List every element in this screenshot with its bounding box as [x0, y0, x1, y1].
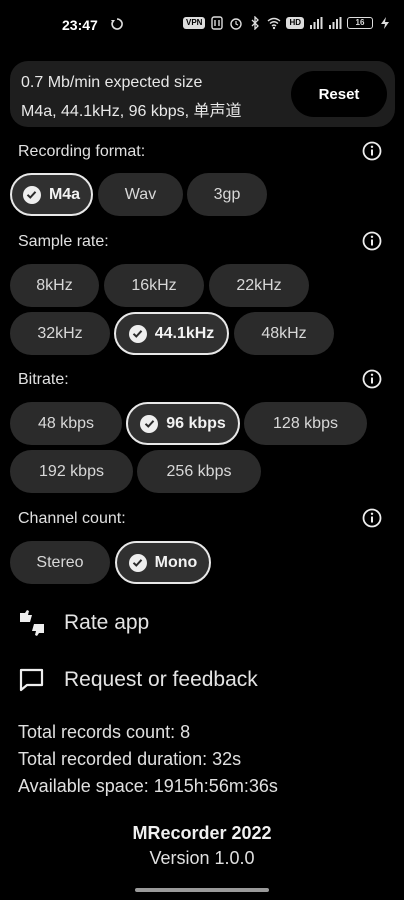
chip-label: Wav: [124, 185, 157, 203]
format-chip-wav[interactable]: Wav: [98, 173, 183, 216]
rate-app-row[interactable]: Rate app: [18, 603, 388, 643]
chip-label: Stereo: [36, 553, 84, 571]
status-time: 23:47: [62, 17, 98, 33]
home-indicator[interactable]: [135, 888, 269, 892]
chip-label: 16kHz: [131, 276, 177, 294]
app-name: MRecorder 2022: [132, 823, 272, 843]
chip-label: 32kHz: [37, 324, 83, 342]
channel-chip-mono[interactable]: Mono: [115, 541, 211, 584]
check-icon: [128, 324, 147, 343]
expected-size-text: 0.7 Mb/min expected size: [21, 74, 203, 91]
chip-label: 22kHz: [236, 276, 282, 294]
charging-icon: [381, 17, 389, 29]
sample-rate-chip-16khz[interactable]: 16kHz: [104, 264, 204, 307]
chip-label: 44.1kHz: [154, 324, 215, 342]
available-space: Available space: 1915h:56m:36s: [18, 776, 278, 796]
bitrate-chip-256kbps[interactable]: 256 kbps: [137, 450, 261, 493]
rate-thumbs-icon: [20, 610, 44, 636]
wifi-icon: [267, 17, 281, 30]
format-chip-m4a[interactable]: M4a: [10, 173, 93, 216]
chip-label: M4a: [48, 185, 81, 203]
format-chip-3gp[interactable]: 3gp: [187, 173, 267, 216]
chip-label: 8kHz: [36, 276, 73, 294]
bitrate-chip-96kbps[interactable]: 96 kbps: [126, 402, 240, 445]
chip-label: 256 kbps: [166, 462, 232, 480]
expected-size-card: 0.7 Mb/min expected size M4a, 44.1kHz, 9…: [10, 61, 395, 127]
sample-rate-chip-8khz[interactable]: 8kHz: [10, 264, 99, 307]
chip-label: 48kHz: [261, 324, 307, 342]
status-icons: VPN HD 16: [182, 16, 392, 30]
sync-icon: [111, 18, 123, 30]
sample-rate-label: Sample rate:: [18, 233, 109, 250]
records-count: Total records count: 8: [18, 722, 191, 742]
signal-icon: [329, 17, 342, 29]
bluetooth-icon: [251, 16, 260, 30]
sample-rate-chip-22khz[interactable]: 22kHz: [209, 264, 309, 307]
chip-label: 96 kbps: [166, 414, 226, 432]
channel-chip-stereo[interactable]: Stereo: [10, 541, 110, 584]
check-icon: [140, 414, 159, 433]
sample-rate-chip-48khz[interactable]: 48kHz: [234, 312, 334, 355]
channel-count-label: Channel count:: [18, 510, 126, 527]
bitrate-chip-192kbps[interactable]: 192 kbps: [10, 450, 133, 493]
hd-icon: HD: [286, 17, 304, 29]
alarm-icon: [230, 18, 243, 30]
check-icon: [128, 553, 147, 572]
feedback-row[interactable]: Request or feedback: [18, 660, 388, 700]
recorded-duration: Total recorded duration: 32s: [18, 749, 242, 769]
bitrate-chip-128kbps[interactable]: 128 kbps: [244, 402, 367, 445]
nfc-icon: [211, 16, 224, 30]
chip-label: 48 kbps: [37, 414, 95, 432]
status-bar: 23:47 VPN HD 16: [0, 0, 404, 52]
chip-label: 128 kbps: [273, 414, 338, 432]
chip-label: Mono: [154, 553, 198, 571]
sample-rate-chip-32khz[interactable]: 32kHz: [10, 312, 110, 355]
feedback-label: Request or feedback: [64, 668, 258, 691]
info-icon[interactable]: [362, 369, 382, 389]
check-icon: [22, 185, 41, 204]
info-icon[interactable]: [362, 141, 382, 161]
current-format-summary: M4a, 44.1kHz, 96 kbps, 单声道: [21, 103, 242, 120]
bitrate-label: Bitrate:: [18, 371, 69, 388]
signal-icon: [310, 17, 323, 29]
app-version: Version 1.0.0: [149, 848, 255, 868]
reset-button[interactable]: Reset: [291, 71, 387, 117]
bitrate-chip-48kbps[interactable]: 48 kbps: [10, 402, 122, 445]
chip-label: 192 kbps: [39, 462, 104, 480]
feedback-icon: [19, 668, 44, 692]
chip-label: 3gp: [213, 185, 241, 203]
info-icon[interactable]: [362, 508, 382, 528]
info-icon[interactable]: [362, 231, 382, 251]
rate-app-label: Rate app: [64, 611, 150, 634]
recording-format-label: Recording format:: [18, 143, 146, 160]
vpn-icon: VPN: [182, 17, 206, 29]
sample-rate-chip-44-1khz[interactable]: 44.1kHz: [114, 312, 229, 355]
battery-icon: 16: [347, 17, 373, 29]
